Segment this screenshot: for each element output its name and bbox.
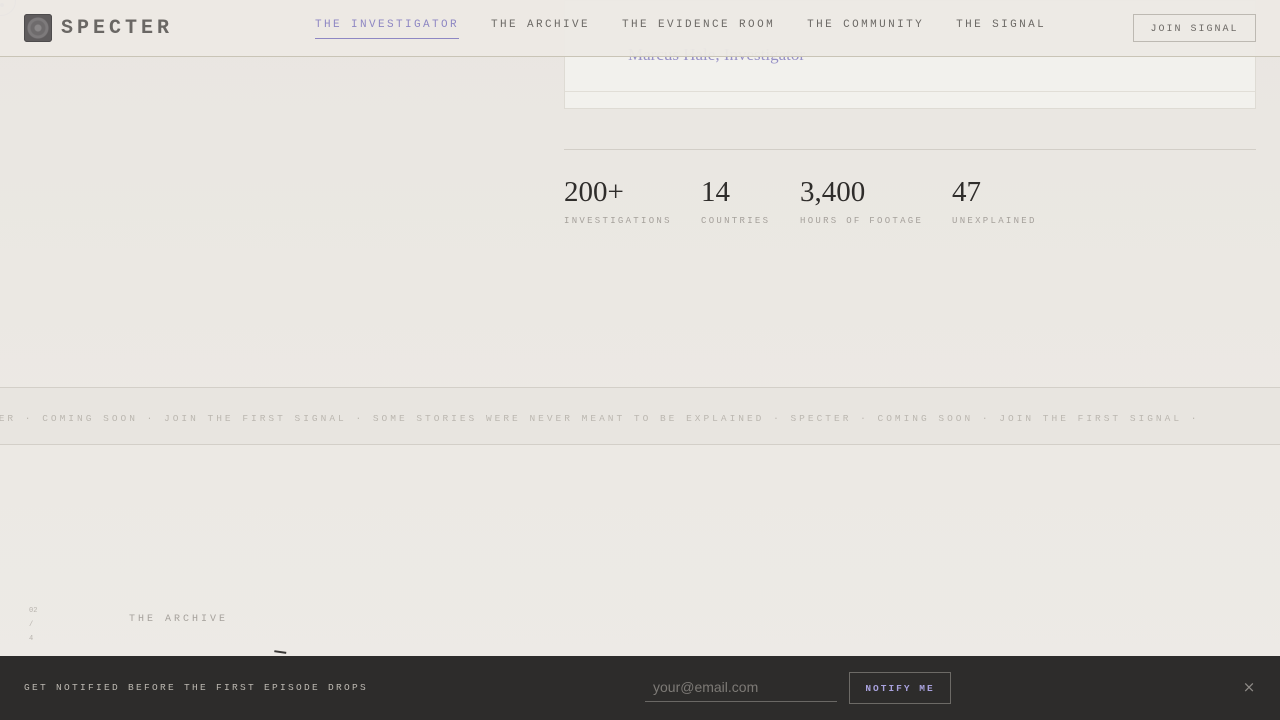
main-nav: THE INVESTIGATOR THE ARCHIVE THE EVIDENC… [315,19,1046,39]
archive-section-label: THE ARCHIVE [129,614,229,625]
stats-divider [564,149,1256,150]
stat-value: 200+ [564,176,624,208]
notify-text: GET NOTIFIED BEFORE THE FIRST EPISODE DR… [24,682,369,693]
join-signal-button[interactable]: JOIN SIGNAL [1133,14,1256,42]
specter-logo-icon [24,14,52,42]
marquee-text: TER · COMING SOON · JOIN THE FIRST SIGNA… [0,413,1200,424]
stat-label: INVESTIGATIONS [564,216,672,226]
stat-unexplained: 47 UNEXPLAINED [952,176,1037,226]
stat-hours-of-footage: 3,400 HOURS OF FOOTAGE [800,176,923,226]
email-input[interactable] [645,673,837,702]
notify-me-button[interactable]: NOTIFY ME [849,672,951,704]
nav-item-investigator[interactable]: THE INVESTIGATOR [315,19,460,39]
stat-value: 14 [701,176,730,208]
quote-card-divider [565,91,1255,92]
section-index: 02 / 4 [29,607,38,643]
stat-investigations: 200+ INVESTIGATIONS [564,176,672,226]
nav-item-archive[interactable]: THE ARCHIVE [491,19,590,39]
marquee-ticker: TER · COMING SOON · JOIN THE FIRST SIGNA… [0,387,1280,445]
brand-name: SPECTER [61,16,174,40]
brand-logo[interactable]: SPECTER [24,14,173,42]
nav-item-signal[interactable]: THE SIGNAL [956,19,1046,39]
nav-item-community[interactable]: THE COMMUNITY [807,19,924,39]
stat-label: COUNTRIES [701,216,771,226]
stat-countries: 14 COUNTRIES [701,176,770,226]
stat-value: 3,400 [800,176,866,208]
site-header: SPECTER THE INVESTIGATOR THE ARCHIVE THE… [0,0,1280,57]
stat-value: 47 [952,176,981,208]
page: Marcus Hale, Investigator SPECTER THE IN… [0,0,1280,720]
nav-item-evidence-room[interactable]: THE EVIDENCE ROOM [622,19,775,39]
close-icon[interactable]: × [1240,678,1258,696]
stat-label: UNEXPLAINED [952,216,1037,226]
stat-label: HOURS OF FOOTAGE [800,216,924,226]
notify-bar: GET NOTIFIED BEFORE THE FIRST EPISODE DR… [0,656,1280,720]
